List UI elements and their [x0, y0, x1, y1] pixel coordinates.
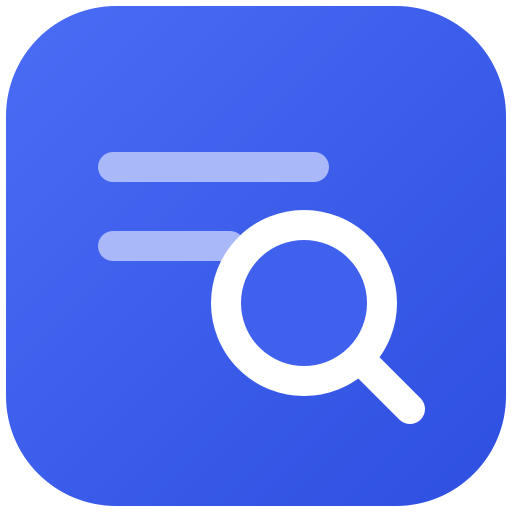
list-search-icon: [6, 6, 506, 506]
icon-canvas: [0, 0, 512, 512]
app-icon[interactable]: [6, 6, 506, 506]
